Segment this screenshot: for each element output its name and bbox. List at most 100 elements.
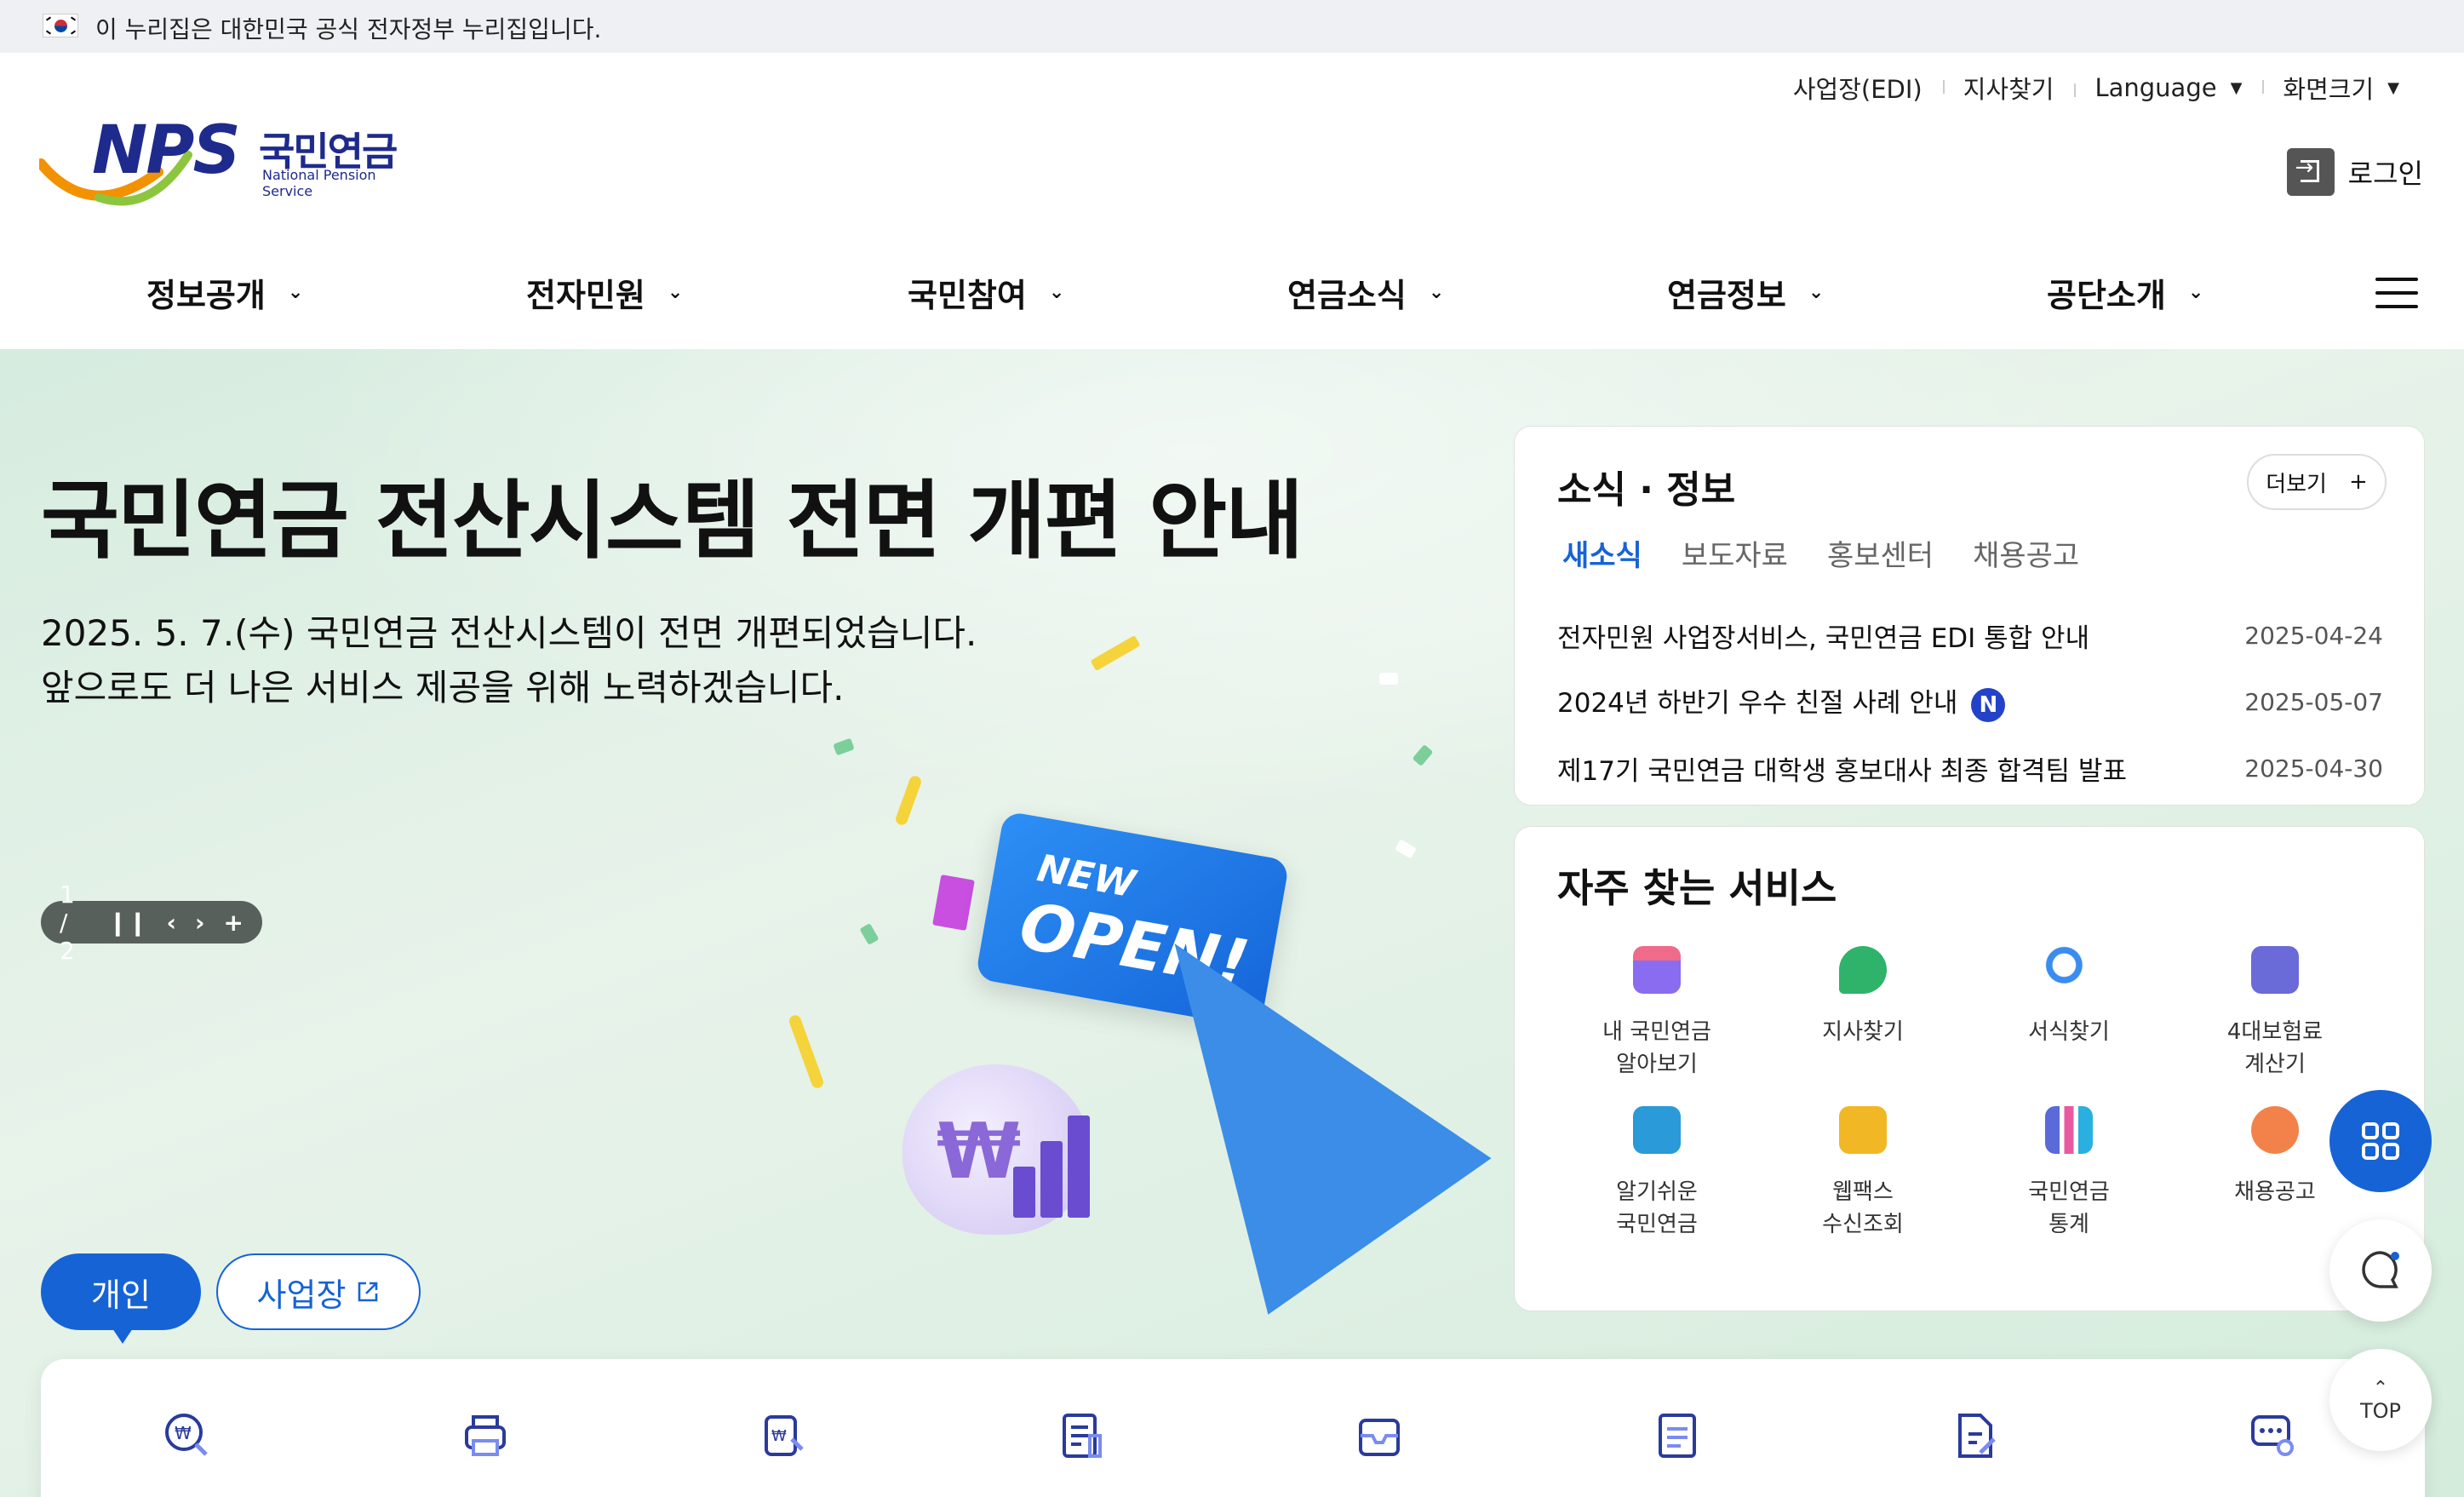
external-link-icon [358, 1282, 378, 1302]
gnb-menu-label: 공단소개 [2047, 277, 2166, 314]
scroll-top-button[interactable]: ⌃ TOP [2329, 1349, 2432, 1451]
grid-icon [2362, 1122, 2399, 1160]
magnifier-icon [2045, 946, 2093, 994]
document-icon[interactable] [1056, 1410, 1107, 1461]
floating-chat-button[interactable] [2329, 1219, 2432, 1322]
arrow-up-icon: ⌃ [2372, 1377, 2389, 1399]
chevron-down-icon: ⌄ [1808, 282, 1825, 303]
chevron-down-icon: ⌄ [2187, 282, 2204, 303]
service-webfax[interactable]: 웹팩스 수신조회 [1760, 1106, 1966, 1241]
news-title: 소식 · 정보 [1557, 468, 1736, 512]
inbox-icon[interactable] [1354, 1410, 1405, 1461]
global-nav: 정보공개 ⌄ 전자민원 ⌄ 국민참여 ⌄ 연금소식 ⌄ 연금정보 ⌄ 공단소개 ⌄ [0, 238, 2464, 350]
login-icon [2286, 148, 2335, 196]
news-item-date: 2025-05-07 [2244, 687, 2383, 716]
gnb-menu-pension-info[interactable]: 연금정보 ⌄ [1667, 269, 1824, 316]
util-link-label: 화면크기 [2283, 75, 2375, 104]
prev-icon[interactable]: ‹ [166, 909, 176, 937]
chat-search-icon[interactable] [2248, 1410, 2299, 1461]
news-item-date: 2025-04-30 [2244, 754, 2383, 783]
gnb-menu-label: 연금정보 [1667, 277, 1786, 314]
news-item[interactable]: 2024년 하반기 우수 친절 사례 안내 N 2025-05-07 [1557, 668, 2383, 735]
more-label: 더보기 [2266, 471, 2327, 497]
printer-icon[interactable] [460, 1410, 511, 1461]
gnb-menu-label: 연금소식 [1287, 277, 1407, 314]
services-title: 자주 찾는 서비스 [1557, 865, 1837, 911]
chat-bubble-icon [2362, 1251, 2399, 1288]
service-my-pension[interactable]: 내 국민연금 알아보기 [1554, 946, 1760, 1081]
util-link-label: 지사찾기 [1963, 75, 2054, 104]
edit-document-icon[interactable] [1950, 1410, 2001, 1461]
tab-business[interactable]: 사업장 [216, 1253, 421, 1330]
login-button[interactable]: 로그인 [2286, 148, 2423, 196]
gnb-menu-participation[interactable]: 국민참여 ⌄ [908, 269, 1064, 316]
service-label: 내 국민연금 알아보기 [1602, 1019, 1711, 1077]
checklist-icon[interactable] [1652, 1410, 1703, 1461]
util-link-screen-size[interactable]: 화면크기 ▼ [2262, 70, 2420, 106]
gnb-menu-info-disclosure[interactable]: 정보공개 ⌄ [146, 269, 303, 316]
service-label: 4대보험료 계산기 [2226, 1019, 2324, 1077]
new-badge: N [1971, 687, 2006, 722]
tab-pr-center[interactable]: 홍보센터 [1827, 532, 1934, 574]
news-item-title: 2024년 하반기 우수 친절 사례 안내 [1557, 688, 1958, 720]
gnb-menu-pension-news[interactable]: 연금소식 ⌄ [1287, 269, 1444, 316]
utility-links: 사업장(EDI) 지사찾기 Language ▼ 화면크기 ▼ [1773, 70, 2420, 106]
news-item[interactable]: 전자민원 사업장서비스, 국민연금 EDI 통합 안내 2025-04-24 [1557, 602, 2383, 668]
hamburger-menu-icon[interactable] [2375, 278, 2418, 308]
tab-business-label: 사업장 [256, 1276, 347, 1314]
service-insurance-calculator[interactable]: 4대보험료 계산기 [2172, 946, 2378, 1081]
tab-individual-label: 개인 [91, 1276, 151, 1314]
service-label: 채용공고 [2234, 1179, 2316, 1205]
login-label: 로그인 [2347, 158, 2423, 190]
pension-search-icon[interactable]: ₩ [162, 1410, 213, 1461]
gnb-menu-label: 전자민원 [526, 277, 645, 314]
news-item-title: 전자민원 사업장서비스, 국민연금 EDI 통합 안내 [1557, 622, 2090, 654]
util-link-branch[interactable]: 지사찾기 [1942, 70, 2075, 106]
next-icon[interactable]: › [195, 909, 205, 937]
service-label: 국민연금 통계 [2028, 1179, 2110, 1237]
tab-press[interactable]: 보도자료 [1682, 532, 1788, 574]
util-link-label: 사업장(EDI) [1792, 75, 1922, 104]
logo-name-en: National Pension Service [262, 167, 376, 199]
service-form-finder[interactable]: 서식찾기 [1966, 946, 2172, 1081]
news-item-date: 2025-04-24 [2244, 621, 2383, 650]
gnb-menu-label: 정보공개 [146, 277, 266, 314]
site-header: NPS 국민연금 National Pension Service 사업장(ED… [0, 53, 2464, 240]
plus-icon[interactable]: + [224, 909, 244, 937]
calculator-icon [2251, 946, 2299, 994]
chevron-down-icon: ⌄ [287, 282, 304, 303]
svg-text:₩: ₩ [771, 1427, 787, 1445]
util-link-edi[interactable]: 사업장(EDI) [1773, 70, 1943, 106]
gov-banner-text[interactable]: 이 누리집은 대한민국 공식 전자정부 누리집입니다. [95, 11, 601, 45]
gnb-menu-e-civil[interactable]: 전자민원 ⌄ [526, 269, 683, 316]
won-symbol: ₩ [937, 1107, 1022, 1196]
tab-recruitment[interactable]: 채용공고 [1973, 532, 2079, 574]
service-easy-pension[interactable]: 알기쉬운 국민연금 [1554, 1106, 1760, 1241]
fax-icon [1839, 1106, 1887, 1154]
news-item[interactable]: 제17기 국민연금 대학생 홍보대사 최종 합격팀 발표 2025-04-30 [1557, 735, 2383, 801]
hero-title[interactable]: 국민연금 전산시스템 전면 개편 안내 [41, 451, 1304, 575]
util-link-language[interactable]: Language ▼ [2074, 73, 2262, 102]
news-card: 소식 · 정보 더보기 + 새소식 보도자료 홍보센터 채용공고 전자민원 사업… [1514, 426, 2425, 806]
hero-illustration: NEW OPEN! ₩ [732, 605, 1498, 1315]
gnb-menu-about[interactable]: 공단소개 ⌄ [2047, 269, 2203, 316]
quick-menu-bar: ₩ ₩ [41, 1359, 2425, 1497]
util-link-label: Language [2094, 73, 2217, 102]
service-label: 웹팩스 수신조회 [1822, 1179, 1904, 1237]
floating-menu-button[interactable] [2329, 1090, 2432, 1192]
service-statistics[interactable]: 국민연금 통계 [1966, 1106, 2172, 1241]
pause-icon[interactable]: ❙❙ [108, 909, 148, 937]
service-label: 서식찾기 [2028, 1019, 2110, 1045]
chevron-down-icon: ⌄ [1428, 282, 1445, 303]
service-branch-finder[interactable]: 지사찾기 [1760, 946, 1966, 1081]
clipboard-won-icon[interactable]: ₩ [758, 1410, 809, 1461]
tab-news[interactable]: 새소식 [1562, 532, 1642, 574]
map-pin-icon [1839, 946, 1887, 994]
nps-logo[interactable]: NPS 국민연금 National Pension Service [39, 87, 422, 249]
monitor-icon [1633, 1106, 1681, 1154]
more-button[interactable]: 더보기 + [2247, 454, 2387, 510]
service-label: 알기쉬운 국민연금 [1616, 1179, 1698, 1237]
service-label: 지사찾기 [1822, 1019, 1904, 1045]
svg-text:₩: ₩ [175, 1423, 192, 1443]
tab-individual[interactable]: 개인 [41, 1253, 201, 1344]
